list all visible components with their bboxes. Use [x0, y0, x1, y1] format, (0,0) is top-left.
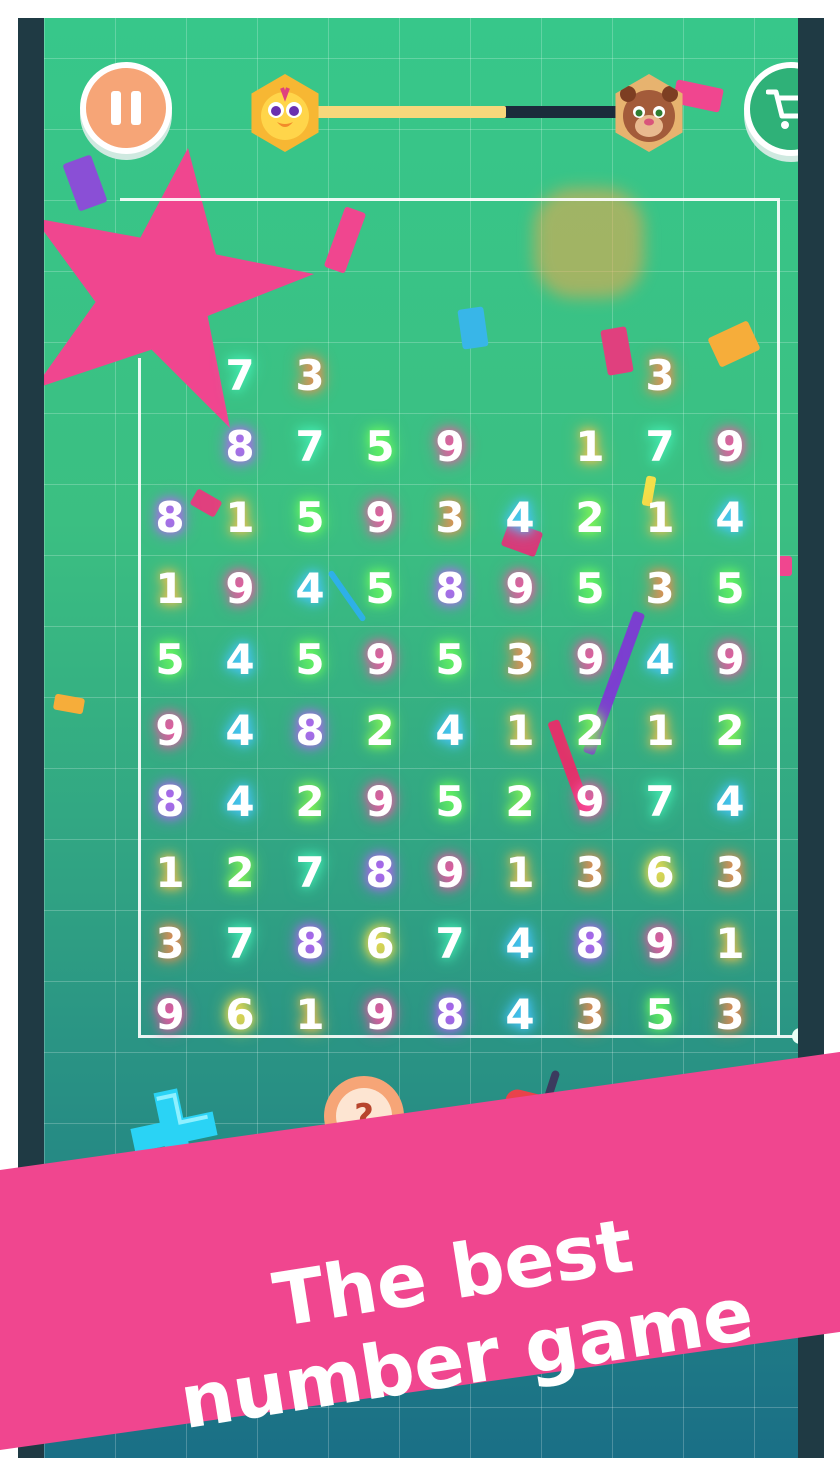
number-cell[interactable]: 9 — [560, 772, 620, 832]
number-cell[interactable]: 4 — [210, 772, 270, 832]
number-cell[interactable]: 5 — [420, 630, 480, 690]
number-cell[interactable]: 1 — [700, 914, 760, 974]
number-cell[interactable]: 4 — [420, 701, 480, 761]
number-cell[interactable]: 9 — [350, 985, 410, 1045]
number-cell[interactable]: 8 — [280, 914, 340, 974]
number-cell[interactable]: 3 — [700, 843, 760, 903]
number-cell[interactable]: 9 — [560, 630, 620, 690]
number-cell[interactable]: 9 — [700, 417, 760, 477]
number-cell[interactable]: 7 — [210, 914, 270, 974]
number-cell[interactable]: 1 — [490, 701, 550, 761]
number-cell[interactable]: 4 — [280, 559, 340, 619]
number-cell[interactable]: 9 — [140, 985, 200, 1045]
number-cell[interactable]: 5 — [560, 559, 620, 619]
number-cell[interactable]: 5 — [280, 630, 340, 690]
number-cell[interactable]: 1 — [210, 488, 270, 548]
number-cell[interactable]: 1 — [490, 843, 550, 903]
number-cell[interactable]: 4 — [210, 701, 270, 761]
number-cell[interactable]: 1 — [280, 985, 340, 1045]
number-cell[interactable]: 1 — [560, 417, 620, 477]
number-cell[interactable]: 8 — [280, 701, 340, 761]
number-cell[interactable]: 1 — [140, 559, 200, 619]
number-cell[interactable]: 5 — [630, 985, 690, 1045]
number-cell[interactable]: 2 — [560, 701, 620, 761]
cart-icon — [766, 89, 798, 129]
number-cell[interactable]: 3 — [560, 843, 620, 903]
number-cell[interactable]: 4 — [210, 630, 270, 690]
number-cell[interactable]: 5 — [280, 488, 340, 548]
number-cell[interactable]: 3 — [420, 488, 480, 548]
number-cell[interactable]: 8 — [420, 559, 480, 619]
number-cell[interactable]: 2 — [350, 701, 410, 761]
versus-progress-track — [314, 106, 624, 118]
number-cell[interactable]: 2 — [210, 843, 270, 903]
number-cell[interactable]: 8 — [140, 772, 200, 832]
number-cell[interactable]: 7 — [280, 417, 340, 477]
number-cell[interactable]: 1 — [630, 701, 690, 761]
number-cell[interactable]: 9 — [630, 914, 690, 974]
number-cell[interactable]: 9 — [700, 630, 760, 690]
number-cell[interactable]: 8 — [140, 488, 200, 548]
number-cell[interactable]: 9 — [420, 843, 480, 903]
number-cell[interactable]: 7 — [630, 417, 690, 477]
number-cell[interactable]: 4 — [490, 914, 550, 974]
number-cell[interactable]: 9 — [210, 559, 270, 619]
number-cell[interactable]: 5 — [700, 559, 760, 619]
number-cell[interactable]: 7 — [420, 914, 480, 974]
number-cell[interactable]: 7 — [210, 346, 270, 406]
number-cell[interactable]: 5 — [350, 417, 410, 477]
number-cell[interactable]: 4 — [700, 772, 760, 832]
number-cell[interactable]: 1 — [140, 843, 200, 903]
number-cell[interactable]: 3 — [560, 985, 620, 1045]
number-cell[interactable]: 4 — [490, 488, 550, 548]
number-cell[interactable]: 3 — [630, 559, 690, 619]
number-cell[interactable]: 2 — [280, 772, 340, 832]
number-cell[interactable]: 5 — [420, 772, 480, 832]
number-cell[interactable]: 2 — [560, 488, 620, 548]
number-cell[interactable]: 9 — [350, 488, 410, 548]
versus-progress-fill — [314, 106, 507, 118]
number-cell[interactable]: 8 — [420, 985, 480, 1045]
number-cell[interactable]: 8 — [560, 914, 620, 974]
number-cell[interactable]: 3 — [490, 630, 550, 690]
number-cell[interactable]: 5 — [350, 559, 410, 619]
number-cell[interactable]: 9 — [350, 772, 410, 832]
number-cell[interactable]: 6 — [350, 914, 410, 974]
number-cell[interactable]: 2 — [490, 772, 550, 832]
number-cell[interactable]: 5 — [140, 630, 200, 690]
number-cell[interactable]: 3 — [630, 346, 690, 406]
number-cell[interactable]: 3 — [280, 346, 340, 406]
number-cell[interactable]: 9 — [420, 417, 480, 477]
pause-button[interactable] — [80, 62, 172, 154]
number-cell[interactable]: 3 — [140, 914, 200, 974]
number-cell[interactable]: 4 — [700, 488, 760, 548]
number-cell[interactable]: 3 — [700, 985, 760, 1045]
number-cell[interactable]: 2 — [700, 701, 760, 761]
number-cell[interactable]: 9 — [350, 630, 410, 690]
number-cell[interactable]: 6 — [210, 985, 270, 1045]
number-cell[interactable]: 4 — [490, 985, 550, 1045]
number-cell[interactable]: 9 — [140, 701, 200, 761]
pause-icon — [131, 91, 141, 125]
number-cell[interactable]: 8 — [350, 843, 410, 903]
number-cell[interactable]: 7 — [280, 843, 340, 903]
number-cell[interactable]: 8 — [210, 417, 270, 477]
number-cell[interactable]: 1 — [630, 488, 690, 548]
number-cell[interactable]: 6 — [630, 843, 690, 903]
number-cell[interactable]: 9 — [490, 559, 550, 619]
number-cell[interactable]: 7 — [630, 772, 690, 832]
number-cell[interactable]: 4 — [630, 630, 690, 690]
pause-icon — [111, 91, 121, 125]
